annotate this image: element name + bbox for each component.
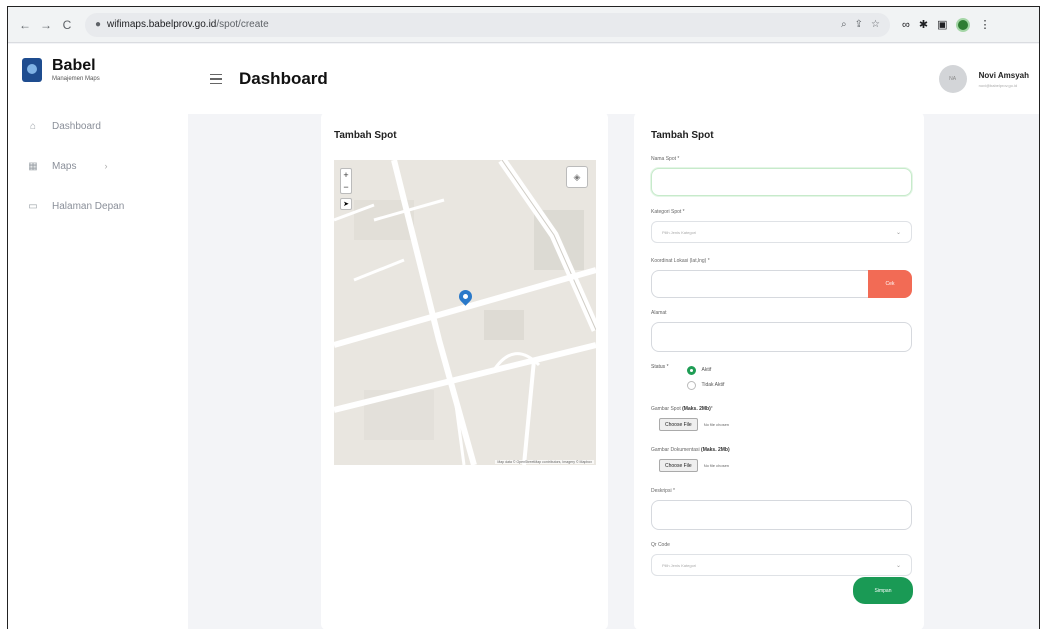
sidebar-item-halaman-depan[interactable]: ▭ Halaman Depan — [8, 186, 188, 226]
profile-icon[interactable] — [956, 17, 971, 32]
search-icon[interactable]: ⌕ — [841, 19, 847, 30]
qr-code-placeholder: Pilih Jenis Kategori — [662, 562, 697, 568]
chevron-down-icon: ⌄ — [895, 562, 901, 569]
chevron-right-icon: › — [104, 161, 108, 171]
monitor-icon: ▭ — [28, 200, 38, 212]
chevron-down-icon: ⌄ — [895, 229, 901, 236]
map-view[interactable]: + − ➤ ◈ Map data © OpenStreetMap contrib… — [334, 160, 596, 465]
radio-checked-icon — [686, 365, 696, 375]
brand[interactable]: Babel Manajemen Maps — [8, 44, 188, 96]
sidebar-item-label: Maps — [52, 160, 77, 172]
status-label: Status * — [651, 364, 669, 370]
deskripsi-label: Deskripsi * — [651, 488, 675, 494]
sidepanel-icon[interactable]: ▣ — [937, 18, 947, 31]
sidebar-item-maps[interactable]: ▦ Maps › — [8, 146, 188, 186]
map-card: Tambah Spot + − ➤ ◈ Map data © OpenStree… — [321, 112, 608, 629]
menu-icon[interactable]: ⋮ — [979, 18, 990, 31]
gambar-spot-file: Choose File No file chosen — [651, 418, 912, 431]
status-option-label: Tidak Aktif — [701, 382, 725, 388]
status-radio-aktif[interactable]: Aktif — [686, 364, 725, 376]
url-host: wifimaps.babelprov.go.id — [107, 19, 217, 30]
lock-icon: ● — [95, 19, 102, 30]
home-icon: ⌂ — [29, 120, 37, 132]
gambar-dokumentasi-file: Choose File No file chosen — [651, 459, 912, 472]
puzzle-icon[interactable]: ✱ — [919, 18, 928, 31]
status-option-label: Aktif — [701, 367, 712, 373]
koordinat-input[interactable] — [651, 270, 868, 298]
koordinat-group: Cek — [651, 270, 912, 298]
extensions-icon[interactable]: ∞ — [902, 19, 910, 31]
reload-icon[interactable]: C — [58, 16, 76, 34]
zoom-control: + − — [340, 168, 352, 194]
no-file-text: No file chosen — [703, 422, 730, 427]
form-card: Tambah Spot Nama Spot * Kategori Spot * … — [634, 112, 924, 629]
cek-button[interactable]: Cek — [868, 270, 912, 298]
koordinat-label: Koordinat Lokasi (lat,lng) * — [651, 258, 710, 264]
alamat-textarea[interactable] — [651, 322, 912, 352]
user-menu[interactable]: NA Novi Amsyah novi@babelprov.go.id — [938, 65, 1039, 93]
alamat-label: Alamat — [651, 310, 667, 316]
status-group: Status * Aktif Tidak Aktif — [651, 364, 912, 394]
hamburger-menu-icon[interactable] — [210, 73, 222, 85]
radio-unchecked-icon — [686, 380, 696, 390]
status-radio-tidak-aktif[interactable]: Tidak Aktif — [686, 379, 725, 391]
sidebar-item-label: Dashboard — [52, 120, 101, 132]
url-path: /spot/create — [216, 19, 269, 30]
map-card-title: Tambah Spot — [334, 130, 397, 141]
zoom-out-button[interactable]: − — [341, 181, 351, 193]
share-icon[interactable]: ⇪ — [855, 19, 863, 30]
kategori-select[interactable]: Pilih Jenis Kategori ⌄ — [651, 221, 912, 243]
kategori-label: Kategori Spot * — [651, 209, 685, 215]
map-streets — [334, 160, 596, 465]
topbar: Dashboard NA Novi Amsyah novi@babelprov.… — [188, 44, 1039, 114]
simpan-button[interactable]: Simpan — [853, 577, 913, 604]
nama-spot-label: Nama Spot * — [651, 156, 680, 162]
layers-icon[interactable]: ◈ — [566, 166, 588, 188]
brand-subtitle: Manajemen Maps — [52, 76, 100, 82]
address-bar[interactable]: ● wifimaps.babelprov.go.id /spot/create … — [85, 12, 890, 37]
star-icon[interactable]: ☆ — [871, 19, 880, 30]
gambar-spot-label: Gambar Spot (Maks. 2Mb)* — [651, 406, 713, 412]
sidebar: Babel Manajemen Maps ⌂ Dashboard ▦ Maps … — [8, 44, 188, 629]
locate-icon[interactable]: ➤ — [340, 198, 352, 210]
browser-window: ← → C ● wifimaps.babelprov.go.id /spot/c… — [7, 6, 1040, 629]
sidebar-item-dashboard[interactable]: ⌂ Dashboard — [8, 106, 188, 146]
avatar: NA — [938, 65, 967, 93]
nama-spot-input[interactable] — [651, 168, 912, 196]
gambar-dokumentasi-label: Gambar Dokumentasi (Maks. 2Mb) — [651, 447, 730, 453]
forward-icon[interactable]: → — [37, 16, 55, 34]
form-title: Tambah Spot — [651, 130, 714, 141]
choose-file-button[interactable]: Choose File — [659, 418, 698, 431]
no-file-text: No file chosen — [703, 463, 730, 468]
back-icon[interactable]: ← — [16, 16, 34, 34]
kategori-placeholder: Pilih Jenis Kategori — [662, 229, 697, 235]
page-title: Dashboard — [239, 69, 328, 88]
user-email: novi@babelprov.go.id — [978, 82, 1018, 88]
deskripsi-textarea[interactable] — [651, 500, 912, 530]
sidebar-item-label: Halaman Depan — [52, 200, 125, 212]
qr-code-label: Qr Code — [651, 542, 670, 548]
map-attribution[interactable]: Map data © OpenStreetMap contributors, I… — [495, 460, 594, 464]
browser-toolbar: ← → C ● wifimaps.babelprov.go.id /spot/c… — [8, 7, 1039, 43]
user-name: Novi Amsyah — [978, 70, 1029, 80]
map-icon: ▦ — [28, 160, 38, 172]
zoom-in-button[interactable]: + — [341, 169, 351, 181]
qr-code-select[interactable]: Pilih Jenis Kategori ⌄ — [651, 554, 912, 576]
brand-title: Babel — [52, 57, 96, 74]
choose-file-button[interactable]: Choose File — [659, 459, 698, 472]
logo-icon — [22, 58, 42, 82]
